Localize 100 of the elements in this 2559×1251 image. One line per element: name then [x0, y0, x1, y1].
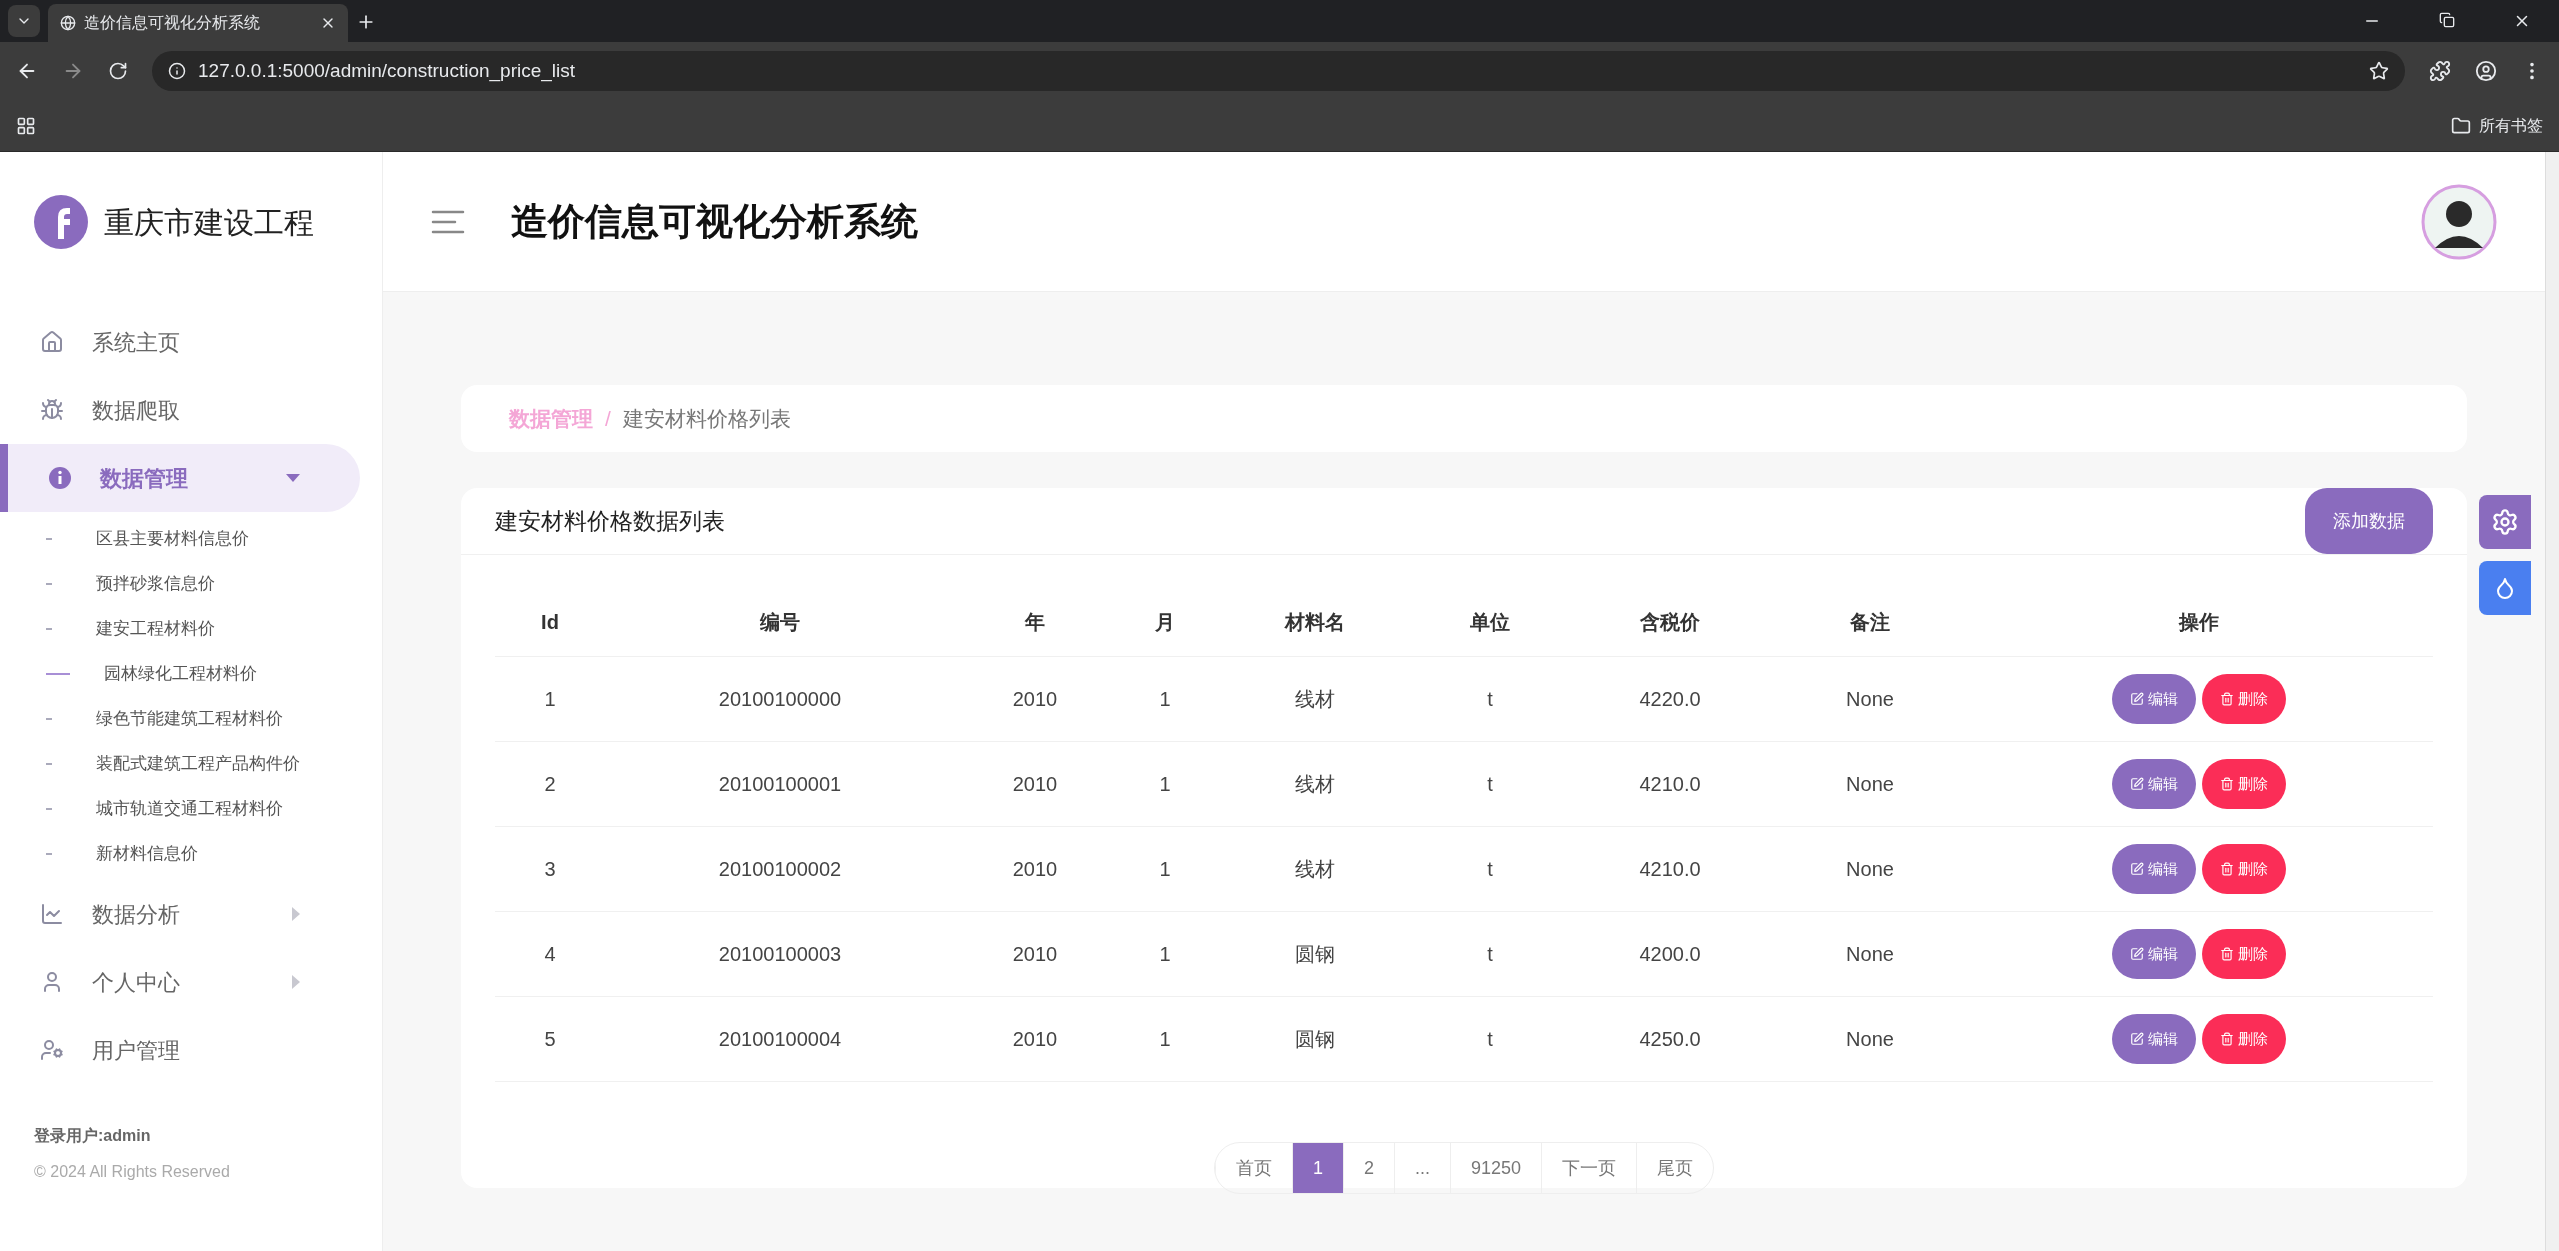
submenu-item[interactable]: 预拌砂浆信息价	[0, 561, 382, 606]
page-button[interactable]: 91250	[1450, 1143, 1542, 1193]
reload-icon[interactable]	[108, 61, 128, 81]
trash-icon	[2220, 777, 2234, 791]
table-cell-text: 圆钢	[1295, 1027, 1335, 1052]
table-cell-text: t	[1487, 1027, 1493, 1052]
table-cell-text: 圆钢	[1295, 942, 1335, 967]
table-cell-text: 3	[544, 857, 556, 882]
nav-item[interactable]: 系统主页	[0, 308, 360, 376]
edit-button[interactable]: 编辑	[2112, 844, 2196, 894]
folder-icon	[2451, 115, 2471, 136]
table-cell-text: 2010	[1012, 687, 1058, 712]
delete-button[interactable]: 删除	[2202, 674, 2286, 724]
submenu-item[interactable]: 建安工程材料价	[0, 606, 382, 651]
table-cell-text: 2	[544, 772, 556, 797]
table-cell-text: t	[1487, 772, 1493, 797]
delete-button[interactable]: 删除	[2202, 759, 2286, 809]
nav-item[interactable]: 用户管理	[0, 1016, 360, 1084]
page-button[interactable]: 2	[1342, 1143, 1394, 1193]
table-cell-text: None	[1846, 772, 1894, 797]
table-cell-text: 4210.0	[1639, 772, 1701, 797]
nav-item[interactable]: 数据爬取	[0, 376, 360, 444]
table-cell-text: 2010	[1012, 1027, 1058, 1052]
delete-button[interactable]: 删除	[2202, 844, 2286, 894]
apps-icon[interactable]	[16, 115, 36, 136]
tab-title: 造价信息可视化分析系统	[84, 13, 261, 33]
page-button[interactable]: 下一页	[1541, 1143, 1637, 1193]
edit-button[interactable]: 编辑	[2112, 759, 2196, 809]
page-button[interactable]: 尾页	[1636, 1143, 1714, 1193]
site-info-icon[interactable]	[168, 62, 186, 80]
submenu-item[interactable]: 装配式建筑工程产品构件价	[0, 741, 382, 786]
url-text: 127.0.0.1:5000/admin/construction_price_list	[198, 58, 577, 84]
table-cell-text: 2010	[1012, 857, 1058, 882]
table-cell-text: None	[1846, 1027, 1894, 1052]
table-cell-text: 线材	[1295, 857, 1335, 882]
table-cell-text: 1	[1159, 772, 1171, 797]
avatar[interactable]	[2421, 183, 2497, 260]
table-cell-text: 4210.0	[1639, 857, 1701, 882]
page-button[interactable]: 首页	[1214, 1143, 1292, 1193]
edit-button[interactable]: 编辑	[2112, 674, 2196, 724]
breadcrumb-current: 建安材料价格列表	[622, 405, 791, 432]
submenu-item[interactable]: 区县主要材料信息价	[0, 516, 382, 561]
page-button[interactable]: 1	[1291, 1143, 1343, 1193]
globe-icon	[60, 15, 76, 31]
table-cell-text: t	[1487, 942, 1493, 967]
column-header: 含税价	[1640, 609, 1700, 635]
trash-icon	[2220, 947, 2234, 961]
add-data-button[interactable]: 添加数据	[2305, 488, 2433, 554]
all-bookmarks-button[interactable]: 所有书签	[2451, 113, 2543, 138]
edit-icon	[2130, 862, 2144, 876]
submenu-item[interactable]: 新材料信息价	[0, 831, 382, 876]
page-button[interactable]: ...	[1393, 1143, 1450, 1193]
column-header: Id	[541, 609, 559, 635]
bookmark-star-icon[interactable]	[2369, 61, 2389, 81]
table-cell-text: 线材	[1295, 772, 1335, 797]
column-header: 月	[1155, 609, 1175, 635]
nav-item[interactable]: 数据分析	[0, 880, 360, 948]
table-cell-text: 20100100001	[718, 772, 842, 797]
edit-button[interactable]: 编辑	[2112, 1014, 2196, 1064]
table-cell-text: 5	[544, 1027, 556, 1052]
column-header: 编号	[760, 609, 800, 635]
table-cell-text: 20100100004	[718, 1027, 842, 1052]
delete-button[interactable]: 删除	[2202, 929, 2286, 979]
line-chart-icon	[40, 902, 64, 926]
submenu-item[interactable]: 城市轨道交通工程材料价	[0, 786, 382, 831]
trash-icon	[2220, 862, 2234, 876]
edit-icon	[2130, 692, 2144, 706]
column-header: 年	[1025, 609, 1045, 635]
nav-item[interactable]: 个人中心	[0, 948, 360, 1016]
caret-down-icon	[286, 474, 300, 482]
theme-button[interactable]	[2479, 561, 2531, 615]
table-cell-text: 1	[1159, 687, 1171, 712]
address-bar[interactable]: 127.0.0.1:5000/admin/construction_price_list	[152, 51, 2405, 91]
copyright-text: © 2024 All Rights Reserved	[34, 1162, 231, 1182]
table-cell-text: 1	[544, 687, 556, 712]
info-icon	[48, 466, 72, 490]
submenu-item[interactable]: 绿色节能建筑工程材料价	[0, 696, 382, 741]
edit-button[interactable]: 编辑	[2112, 929, 2196, 979]
user-gear-icon	[40, 1038, 64, 1062]
submenu-item[interactable]: 园林绿化工程材料价	[0, 651, 382, 696]
house-icon	[40, 330, 64, 354]
extensions-icon[interactable]	[2429, 60, 2451, 82]
delete-button[interactable]: 删除	[2202, 1014, 2286, 1064]
table-cell-text: 20100100003	[718, 942, 842, 967]
column-header: 单位	[1470, 609, 1510, 635]
restore-icon[interactable]	[2439, 12, 2455, 28]
table-cell-text: 4200.0	[1639, 942, 1701, 967]
nav-item[interactable]: 数据管理	[0, 444, 360, 512]
settings-button[interactable]	[2479, 495, 2531, 549]
table-cell-text: 1	[1159, 857, 1171, 882]
scrollbar[interactable]	[2545, 152, 2559, 1251]
tab-list-button[interactable]	[8, 5, 40, 37]
settings-icon	[2491, 508, 2519, 536]
table-cell-text: None	[1846, 942, 1894, 967]
column-header: 备注	[1850, 609, 1890, 635]
trash-icon	[2220, 692, 2234, 706]
profile-icon[interactable]	[2475, 60, 2497, 82]
table-cell-text: None	[1846, 687, 1894, 712]
browser-tab[interactable]: 造价信息可视化分析系统	[48, 4, 348, 42]
column-header: 材料名	[1285, 609, 1345, 635]
